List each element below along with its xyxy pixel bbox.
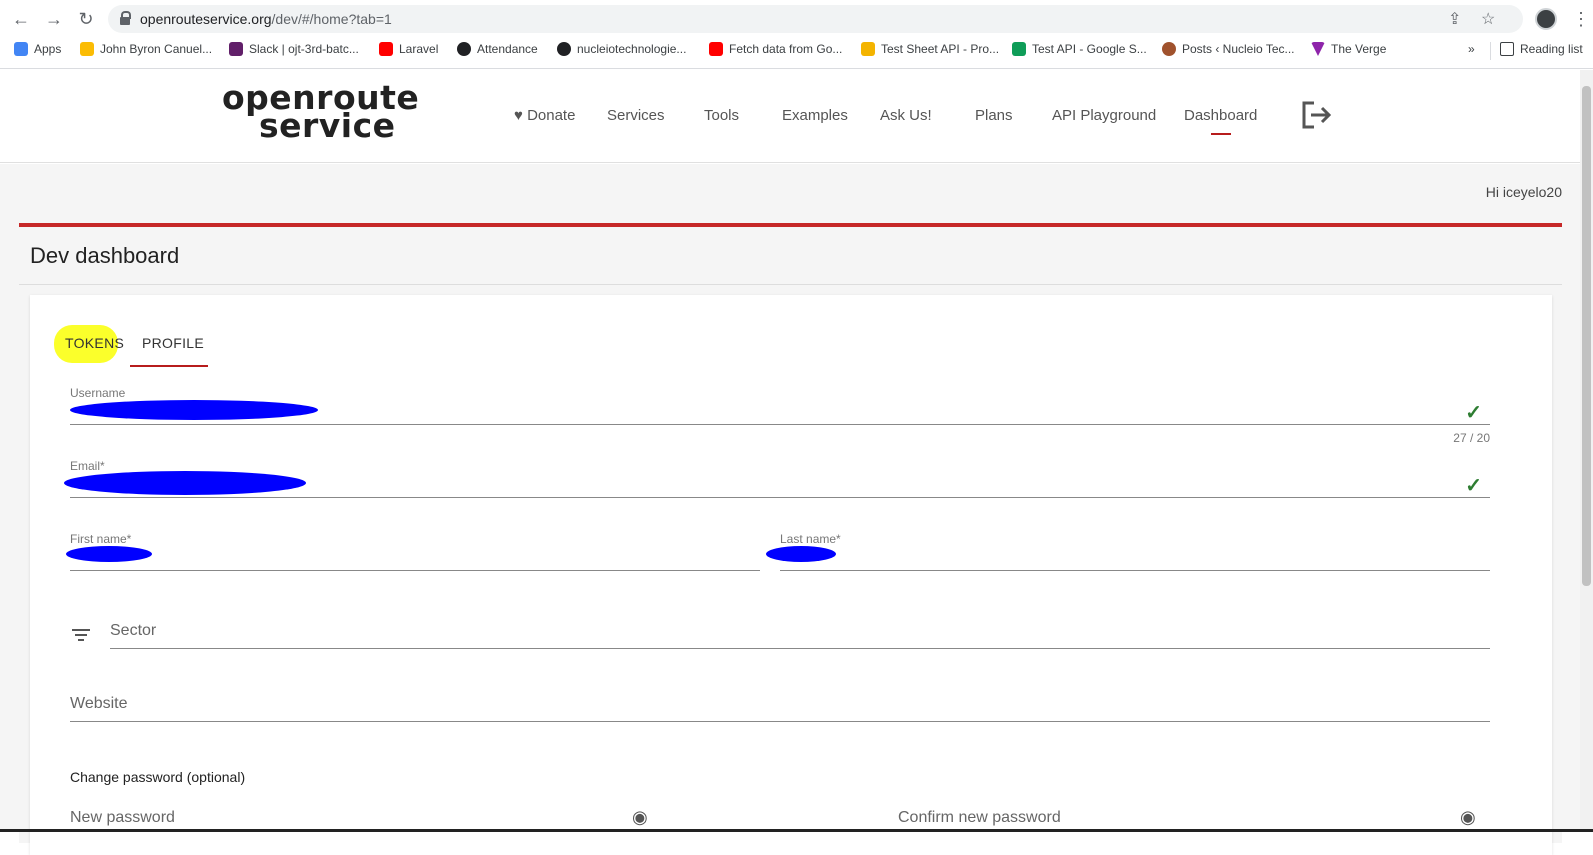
apps-grid-icon <box>14 42 28 56</box>
first-name-field[interactable]: First name* <box>66 532 760 582</box>
email-field[interactable]: Email* ✓ <box>64 459 1490 509</box>
eye-off-icon[interactable]: ◉ <box>1460 807 1476 828</box>
youtube-icon <box>379 42 393 56</box>
bookmark-item[interactable]: Test Sheet API - Pro... <box>861 42 999 56</box>
input-underline <box>70 424 1490 425</box>
page-title: Dev dashboard <box>30 243 180 268</box>
nav-api-playground[interactable]: API Playground <box>1052 107 1156 124</box>
verge-icon <box>1311 42 1325 56</box>
bookmark-item[interactable]: John Byron Canuel... <box>80 42 212 56</box>
nav-donate[interactable]: ♥ Donate <box>514 107 575 124</box>
website-field[interactable]: Website <box>70 693 1490 733</box>
more-bookmarks-button[interactable]: » <box>1468 42 1475 56</box>
logout-icon[interactable] <box>1300 100 1332 130</box>
input-underline <box>110 648 1490 649</box>
username-label: Username <box>70 386 126 400</box>
active-tab-indicator <box>130 365 208 367</box>
input-underline <box>70 497 1490 498</box>
reading-list-icon <box>1500 42 1514 56</box>
check-icon: ✓ <box>1465 402 1482 424</box>
last-name-label: Last name* <box>780 532 841 546</box>
site-header: openroute service ♥ Donate Services Tool… <box>0 70 1580 163</box>
filter-icon <box>72 629 90 643</box>
email-label: Email* <box>70 459 105 473</box>
google-sheets-icon <box>1012 42 1026 56</box>
website-placeholder: Website <box>70 695 128 712</box>
globe-icon <box>457 42 471 56</box>
url-text[interactable]: openrouteservice.org/dev/#/home?tab=1 <box>140 11 392 27</box>
redaction-scribble <box>66 546 152 562</box>
dev-dashboard-card: Dev dashboard TOKENS PROFILE Username ✓ … <box>19 223 1562 855</box>
page-scrollbar[interactable] <box>1580 70 1593 830</box>
bookmark-star-icon[interactable]: ☆ <box>1481 9 1495 29</box>
new-password-placeholder: New password <box>70 809 175 826</box>
bookmark-divider <box>1490 42 1491 60</box>
divider <box>19 284 1562 285</box>
youtube-icon <box>709 42 723 56</box>
reload-icon[interactable]: ↻ <box>75 8 97 30</box>
bookmark-item[interactable]: Attendance <box>457 42 538 56</box>
lock-icon[interactable] <box>120 11 131 25</box>
profile-panel: TOKENS PROFILE Username ✓ 27 / 20 Email*… <box>30 295 1552 855</box>
back-icon[interactable]: ← <box>10 8 32 30</box>
bookmark-item[interactable]: nucleiotechnologie... <box>557 42 686 56</box>
share-icon[interactable]: ⇪ <box>1448 9 1461 29</box>
bookmarks-bar: Apps John Byron Canuel... Slack | ojt-3r… <box>0 40 1593 62</box>
site-favicon <box>1162 42 1176 56</box>
google-drive-icon <box>80 42 94 56</box>
bookmark-item[interactable]: Slack | ojt-3rd-batc... <box>229 42 359 56</box>
bookmark-item[interactable]: Posts ‹ Nucleio Tec... <box>1162 42 1295 56</box>
input-underline <box>70 570 760 571</box>
nav-services[interactable]: Services <box>607 107 665 124</box>
bookmark-item[interactable]: Fetch data from Go... <box>709 42 842 56</box>
user-greeting: Hi iceyelo20 <box>1485 184 1562 200</box>
site-logo[interactable]: openroute service <box>222 81 419 142</box>
nav-plans[interactable]: Plans <box>975 107 1013 124</box>
scrollbar-thumb[interactable] <box>1582 86 1591 586</box>
bookmark-item[interactable]: Laravel <box>379 42 438 56</box>
input-underline <box>780 570 1490 571</box>
last-name-field[interactable]: Last name* <box>766 532 1490 582</box>
nav-tools[interactable]: Tools <box>704 107 739 124</box>
bookmark-item[interactable]: The Verge <box>1311 42 1386 56</box>
first-name-label: First name* <box>70 532 132 546</box>
change-password-heading: Change password (optional) <box>70 769 246 785</box>
address-bar[interactable]: openrouteservice.org/dev/#/home?tab=1 ⇪ … <box>108 5 1523 33</box>
tab-tokens[interactable]: TOKENS <box>65 335 124 351</box>
browser-menu-icon[interactable]: ⋮ <box>1572 8 1590 30</box>
forward-icon[interactable]: → <box>43 8 65 30</box>
tab-profile[interactable]: PROFILE <box>142 335 204 351</box>
nav-examples[interactable]: Examples <box>782 107 848 124</box>
redaction-scribble <box>766 546 836 562</box>
eye-off-icon[interactable]: ◉ <box>632 807 648 828</box>
bookmark-item[interactable]: Test API - Google S... <box>1012 42 1147 56</box>
input-underline <box>70 721 1490 722</box>
profile-avatar[interactable] <box>1535 8 1557 30</box>
check-icon: ✓ <box>1465 475 1482 497</box>
slack-icon <box>229 42 243 56</box>
char-counter: 27 / 20 <box>1453 431 1490 445</box>
browser-toolbar: ← → ↻ openrouteservice.org/dev/#/home?ta… <box>0 0 1593 69</box>
nav-ask-us[interactable]: Ask Us! <box>880 107 932 124</box>
sector-select[interactable]: Sector <box>110 620 1490 660</box>
confirm-password-placeholder: Confirm new password <box>898 809 1061 826</box>
username-field[interactable]: Username ✓ 27 / 20 <box>70 386 1490 446</box>
nav-dashboard[interactable]: Dashboard <box>1184 107 1257 135</box>
github-icon <box>557 42 571 56</box>
sector-placeholder: Sector <box>110 622 157 639</box>
redaction-scribble <box>64 471 306 495</box>
redaction-scribble <box>70 400 318 420</box>
reading-list-button[interactable]: Reading list <box>1500 42 1583 56</box>
bookmark-item[interactable]: Apps <box>14 42 61 56</box>
page-body: Hi iceyelo20 Dev dashboard TOKENS PROFIL… <box>0 164 1580 855</box>
apps-script-icon <box>861 42 875 56</box>
